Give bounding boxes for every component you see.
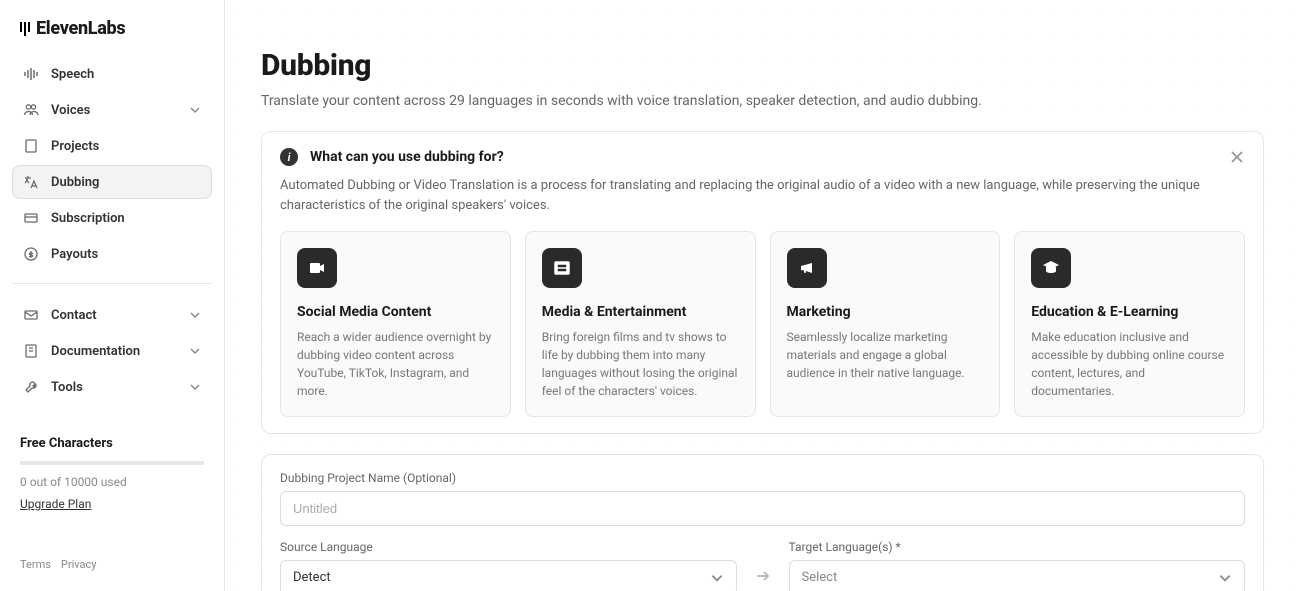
close-icon[interactable]: [1229, 149, 1245, 165]
sidebar-item-label: Speech: [51, 67, 201, 82]
usecase-card-marketing: Marketing Seamlessly localize marketing …: [770, 231, 1001, 417]
usecase-card-media: Media & Entertainment Bring foreign film…: [525, 231, 756, 417]
dubbing-form: Dubbing Project Name (Optional) Source L…: [261, 454, 1264, 591]
sidebar-item-payouts[interactable]: Payouts: [12, 237, 212, 271]
info-description: Automated Dubbing or Video Translation i…: [280, 176, 1245, 215]
info-icon: i: [280, 148, 298, 166]
translate-icon: [23, 174, 39, 190]
sidebar-item-label: Documentation: [51, 344, 177, 359]
wrench-icon: [23, 379, 39, 395]
project-name-input[interactable]: [280, 491, 1245, 526]
usecase-desc: Make education inclusive and accessible …: [1031, 328, 1228, 400]
dollar-icon: [23, 246, 39, 262]
waveform-icon: [23, 66, 39, 82]
mail-icon: [23, 307, 39, 323]
chevron-down-icon: [189, 104, 201, 116]
people-icon: [23, 102, 39, 118]
upgrade-plan-link[interactable]: Upgrade Plan: [20, 497, 204, 511]
sidebar-item-label: Dubbing: [51, 175, 201, 190]
sidebar-item-label: Contact: [51, 308, 177, 323]
video-icon: [297, 248, 337, 288]
sidebar-item-documentation[interactable]: Documentation: [12, 334, 212, 368]
usecase-card-education: Education & E-Learning Make education in…: [1014, 231, 1245, 417]
sidebar-item-dubbing[interactable]: Dubbing: [12, 165, 212, 199]
sidebar-item-projects[interactable]: Projects: [12, 129, 212, 163]
sidebar-item-subscription[interactable]: Subscription: [12, 201, 212, 235]
chevron-down-icon: [1218, 571, 1232, 585]
usecase-desc: Reach a wider audience overnight by dubb…: [297, 328, 494, 400]
usecase-title: Media & Entertainment: [542, 304, 739, 320]
target-language-label: Target Language(s) *: [789, 540, 1246, 554]
card-icon: [23, 210, 39, 226]
usecase-card-social: Social Media Content Reach a wider audie…: [280, 231, 511, 417]
usecase-desc: Seamlessly localize marketing materials …: [787, 328, 984, 382]
chevron-down-icon: [189, 381, 201, 393]
chevron-down-icon: [189, 309, 201, 321]
chevron-down-icon: [710, 571, 724, 585]
sidebar-item-speech[interactable]: Speech: [12, 57, 212, 91]
sidebar-item-label: Subscription: [51, 211, 201, 226]
usecase-desc: Bring foreign films and tv shows to life…: [542, 328, 739, 400]
film-icon: [542, 248, 582, 288]
logo: ElevenLabs: [12, 18, 212, 39]
sidebar-item-voices[interactable]: Voices: [12, 93, 212, 127]
sidebar-item-label: Voices: [51, 103, 177, 118]
sidebar-item-label: Projects: [51, 139, 201, 154]
info-card: i What can you use dubbing for? Automate…: [261, 131, 1264, 434]
main-content: Dubbing Translate your content across 29…: [225, 0, 1300, 591]
sidebar-item-label: Tools: [51, 380, 177, 395]
logo-mark: [20, 22, 30, 36]
divider: [12, 283, 212, 284]
project-name-label: Dubbing Project Name (Optional): [280, 471, 1245, 485]
sidebar-item-tools[interactable]: Tools: [12, 370, 212, 404]
graduation-icon: [1031, 248, 1071, 288]
sidebar: ElevenLabs Speech Voices Projects Dubbin…: [0, 0, 225, 591]
usecase-title: Marketing: [787, 304, 984, 320]
usage-text: 0 out of 10000 used: [20, 475, 204, 489]
usage-progress-bar: [20, 461, 204, 465]
usage-section: Free Characters 0 out of 10000 used Upgr…: [12, 436, 212, 511]
document-icon: [23, 138, 39, 154]
source-language-select[interactable]: Detect: [280, 560, 737, 591]
megaphone-icon: [787, 248, 827, 288]
footer-links: Terms Privacy: [12, 550, 212, 579]
usecase-title: Social Media Content: [297, 304, 494, 320]
target-language-select[interactable]: Select: [789, 560, 1246, 591]
source-language-label: Source Language: [280, 540, 737, 554]
page-subtitle: Translate your content across 29 languag…: [261, 93, 1264, 109]
info-title: What can you use dubbing for?: [310, 149, 1217, 165]
book-icon: [23, 343, 39, 359]
terms-link[interactable]: Terms: [20, 558, 51, 571]
sidebar-item-contact[interactable]: Contact: [12, 298, 212, 332]
usecase-title: Education & E-Learning: [1031, 304, 1228, 320]
privacy-link[interactable]: Privacy: [61, 558, 97, 571]
sidebar-item-label: Payouts: [51, 247, 201, 262]
arrow-right-icon: [751, 557, 775, 591]
usage-title: Free Characters: [20, 436, 204, 451]
chevron-down-icon: [189, 345, 201, 357]
page-title: Dubbing: [261, 48, 1264, 83]
